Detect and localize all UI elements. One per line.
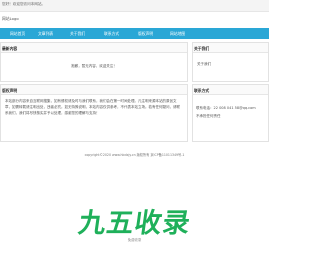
contact-title: 联系方式 — [193, 85, 268, 95]
brand-watermark: 九五收录 免费收录 — [0, 201, 269, 242]
about-us-link[interactable]: 关于我们 — [193, 53, 268, 67]
footer-copyright: copyright©2020 www.hbdxjy.cn 版权所有 京ICP备1… — [84, 153, 185, 157]
latest-content-title: 最新内容 — [1, 43, 187, 53]
top-bar: 您好！欢迎您访问本网站。 — [0, 0, 269, 12]
latest-content-panel: 最新内容 抱歉，暂无内容，欢迎关注！ — [0, 42, 188, 82]
nav-about[interactable]: 关于我们 — [70, 31, 85, 37]
brand-name: 九五收录 — [75, 208, 193, 239]
nav-sitemap[interactable]: 网站地图 — [170, 31, 185, 37]
nav-copyright[interactable]: 版权声明 — [138, 31, 153, 37]
nav-contact[interactable]: 联系方式 — [104, 31, 119, 37]
nav-home[interactable]: 网站首页 — [10, 31, 25, 37]
contact-note: 不承担任何责任 — [196, 114, 221, 118]
main-nav: 网站首页 文章列表 关于我们 联系方式 版权声明 网站地图 — [0, 28, 269, 39]
about-us-title: 关于我们 — [193, 43, 268, 53]
about-us-panel: 关于我们 关于我们 — [192, 42, 269, 82]
site-logo[interactable]: 网站Logo — [2, 16, 19, 22]
contact-panel: 联系方式 联系电话：22 008 041 58@qq.com 不承担任何责任 — [192, 84, 269, 142]
copyright-panel: 版权声明 本站部分内容来自互联网搜集，如有侵权请及时与我们联系，我们会在第一时间… — [0, 84, 188, 142]
nav-articles[interactable]: 文章列表 — [38, 31, 53, 37]
brand-subtitle: 免费收录 — [127, 238, 142, 242]
copyright-text: 本站部分内容来自互联网搜集，如有侵权请及时与我们联系，我们会在第一时间处理。凡注… — [5, 99, 180, 115]
copyright-title: 版权声明 — [1, 85, 187, 95]
latest-content-empty-message: 抱歉，暂无内容，欢迎关注！ — [71, 64, 117, 68]
welcome-text: 您好！欢迎您访问本网站。 — [2, 2, 46, 6]
contact-phone: 联系电话：22 008 041 58@qq.com — [196, 106, 256, 110]
